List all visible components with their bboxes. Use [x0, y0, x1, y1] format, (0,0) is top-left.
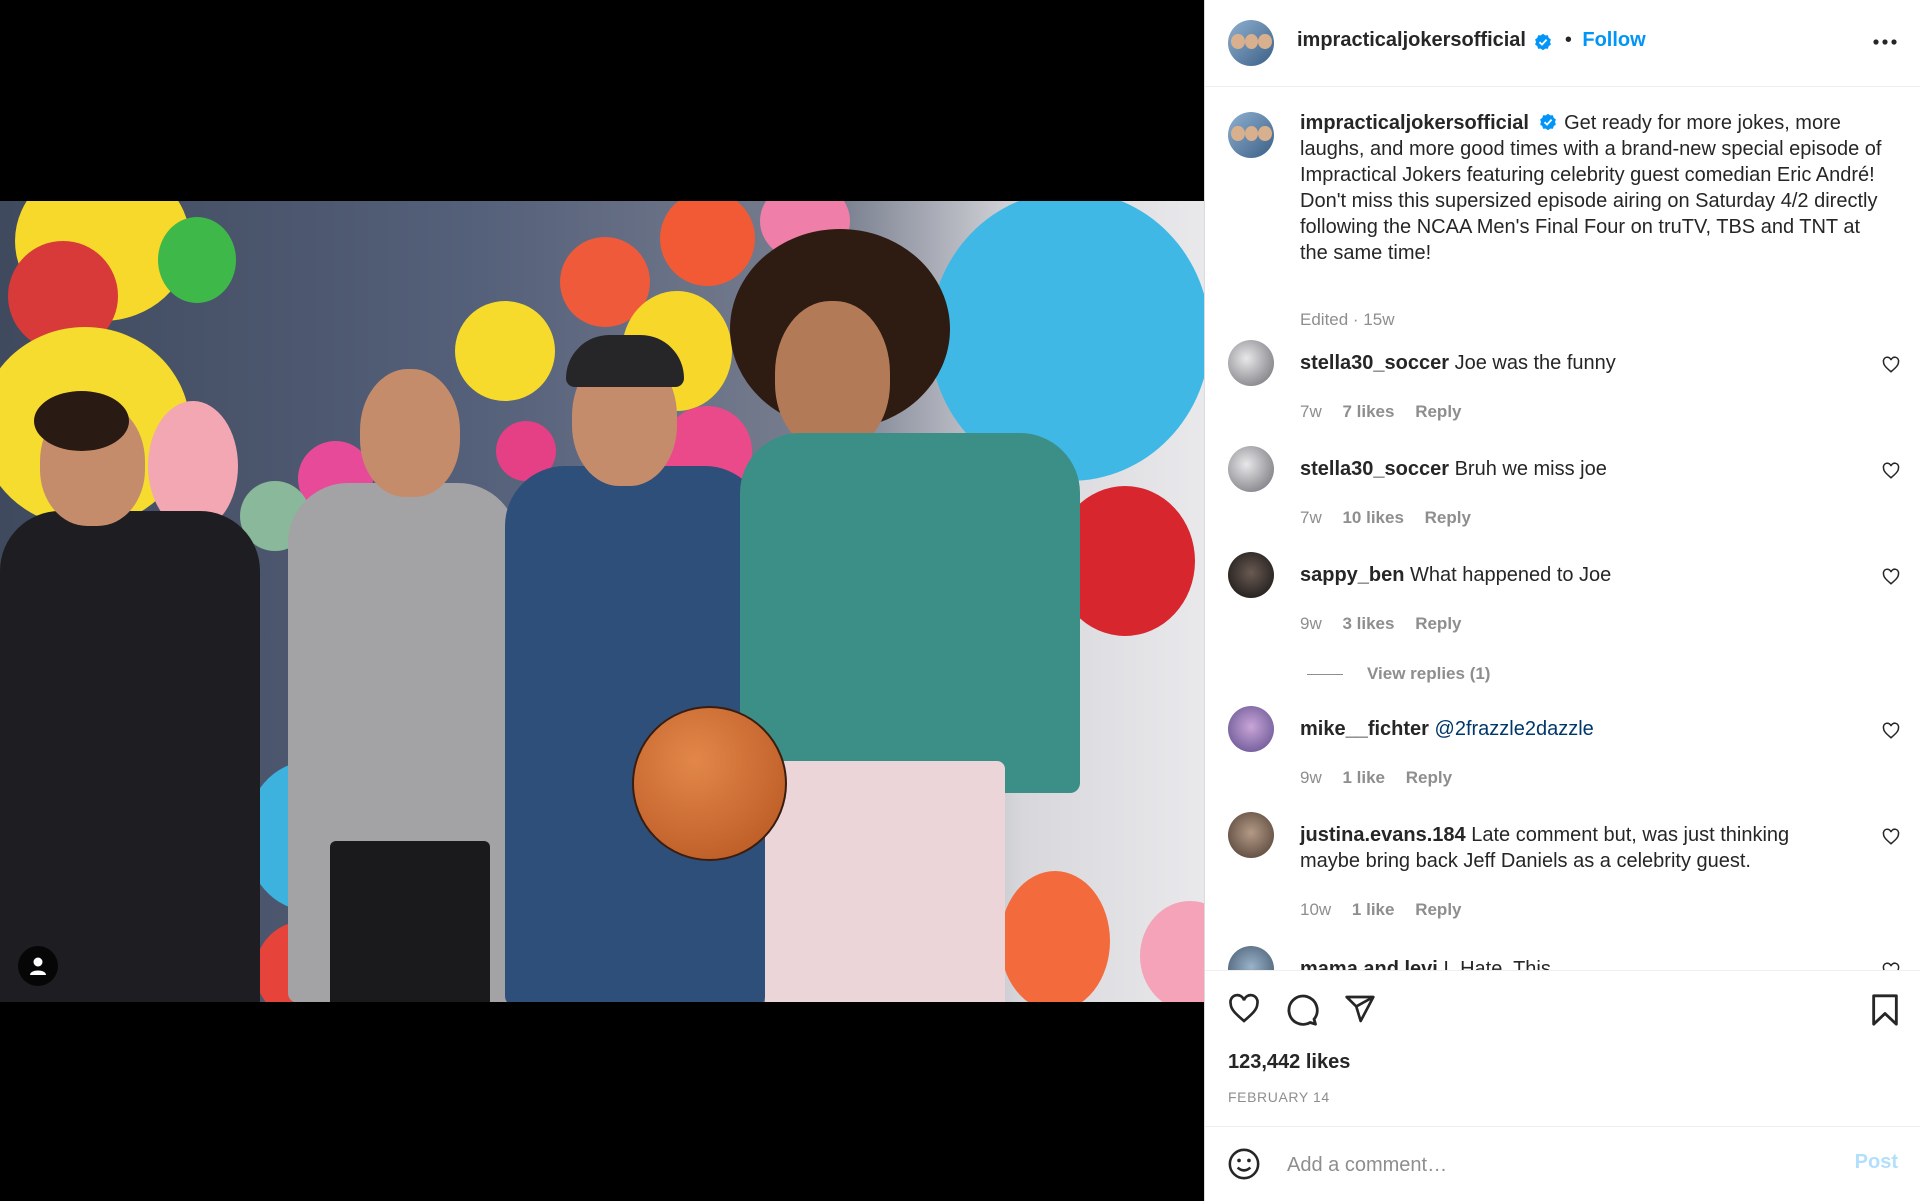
comment-item: mike__fichter @2frazzle2dazzle 9w 1 like…	[1205, 706, 1920, 796]
emoji-icon[interactable]	[1227, 1147, 1261, 1181]
more-horizontal-icon[interactable]	[1872, 38, 1898, 46]
comment-item: sappy_ben What happened to Joe 9w 3 like…	[1205, 552, 1920, 692]
caption-text: Get ready for more jokes, more laughs, a…	[1300, 112, 1882, 264]
bookmark-icon[interactable]	[1870, 993, 1900, 1027]
comment-time: 9w	[1300, 768, 1322, 787]
caption-meta: Edited · 15w	[1300, 310, 1395, 329]
follow-button[interactable]: Follow	[1582, 29, 1645, 51]
comment-reply-button[interactable]: Reply	[1415, 614, 1461, 633]
post-actions: 123,442 likes FEBRUARY 14	[1205, 970, 1920, 1125]
comment-like-heart-icon[interactable]	[1882, 828, 1900, 846]
post-date: FEBRUARY 14	[1228, 1089, 1330, 1105]
like-count[interactable]: 123,442 likes	[1228, 1051, 1350, 1074]
view-replies-button[interactable]: View replies (1)	[1307, 664, 1490, 684]
comment-like-heart-icon[interactable]	[1882, 568, 1900, 586]
comment-text: I. Hate. This.	[1443, 958, 1557, 970]
post-comment-button[interactable]: Post	[1855, 1151, 1898, 1174]
comment-item: justina.evans.184 Late comment but, was …	[1205, 812, 1920, 928]
comment-username[interactable]: sappy_ben	[1300, 564, 1404, 586]
comment-reply-button[interactable]: Reply	[1415, 402, 1461, 421]
comment-time: 7w	[1300, 508, 1322, 527]
caption: impracticaljokersofficial Get ready for …	[1205, 110, 1920, 329]
post-header: impracticaljokersofficial • Follow	[1205, 0, 1920, 87]
post-media	[0, 0, 1204, 1201]
instagram-post-modal: impracticaljokersofficial • Follow impra…	[0, 0, 1920, 1201]
comments-list[interactable]: impracticaljokersofficial Get ready for …	[1205, 88, 1920, 970]
header-separator: •	[1564, 29, 1572, 51]
commenter-avatar[interactable]	[1228, 946, 1274, 970]
view-replies-label: View replies (1)	[1367, 664, 1491, 683]
commenter-avatar[interactable]	[1228, 706, 1274, 752]
commenter-avatar[interactable]	[1228, 446, 1274, 492]
comment-likes[interactable]: 1 like	[1352, 900, 1395, 919]
comment-reply-button[interactable]: Reply	[1406, 768, 1452, 787]
comment-time: 10w	[1300, 900, 1332, 919]
caption-avatar[interactable]	[1228, 112, 1274, 158]
comment-username[interactable]: mama.and.levi	[1300, 958, 1438, 970]
comment-icon[interactable]	[1285, 993, 1319, 1027]
user-icon	[30, 957, 46, 975]
add-comment-bar: Post	[1205, 1126, 1920, 1201]
comment-text: Bruh we miss joe	[1454, 458, 1607, 480]
comment-item: stella30_soccer Bruh we miss joe 7w 10 l…	[1205, 446, 1920, 536]
comment-username[interactable]: stella30_soccer	[1300, 352, 1449, 374]
author-username[interactable]: impracticaljokersofficial	[1297, 29, 1526, 51]
commenter-avatar[interactable]	[1228, 340, 1274, 386]
comment-username[interactable]: justina.evans.184	[1300, 824, 1466, 846]
post-photo[interactable]	[0, 201, 1204, 1002]
verified-badge-icon	[1539, 114, 1556, 131]
comment-item: mama.and.levi I. Hate. This.	[1205, 946, 1920, 970]
comment-like-heart-icon[interactable]	[1882, 722, 1900, 740]
comment-reply-button[interactable]: Reply	[1425, 508, 1471, 527]
commenter-avatar[interactable]	[1228, 812, 1274, 858]
comment-like-heart-icon[interactable]	[1882, 962, 1900, 970]
view-replies-line	[1307, 674, 1343, 676]
heart-icon[interactable]	[1227, 993, 1261, 1025]
comment-likes[interactable]: 3 likes	[1342, 614, 1394, 633]
comment-time: 7w	[1300, 402, 1322, 421]
comment-likes[interactable]: 10 likes	[1342, 508, 1403, 527]
comment-mention-link[interactable]: @2frazzle2dazzle	[1435, 718, 1594, 740]
comment-like-heart-icon[interactable]	[1882, 356, 1900, 374]
comment-item: stella30_soccer Joe was the funny 7w 7 l…	[1205, 340, 1920, 430]
comment-likes[interactable]: 7 likes	[1342, 402, 1394, 421]
author-avatar[interactable]	[1228, 20, 1274, 66]
comment-text: What happened to Joe	[1410, 564, 1612, 586]
basketball	[632, 706, 787, 861]
comment-likes[interactable]: 1 like	[1342, 768, 1385, 787]
comment-text: Joe was the funny	[1454, 352, 1616, 374]
verified-badge-icon	[1535, 33, 1552, 50]
comment-input[interactable]	[1285, 1149, 1785, 1181]
commenter-avatar[interactable]	[1228, 552, 1274, 598]
caption-username[interactable]: impracticaljokersofficial	[1300, 112, 1529, 134]
send-icon[interactable]	[1343, 993, 1377, 1025]
post-sidebar: impracticaljokersofficial • Follow impra…	[1204, 0, 1920, 1201]
comment-username[interactable]: stella30_soccer	[1300, 458, 1449, 480]
comment-time: 9w	[1300, 614, 1322, 633]
tagged-users-button[interactable]	[18, 946, 58, 986]
comment-like-heart-icon[interactable]	[1882, 462, 1900, 480]
comment-username[interactable]: mike__fichter	[1300, 718, 1429, 740]
comment-reply-button[interactable]: Reply	[1415, 900, 1461, 919]
